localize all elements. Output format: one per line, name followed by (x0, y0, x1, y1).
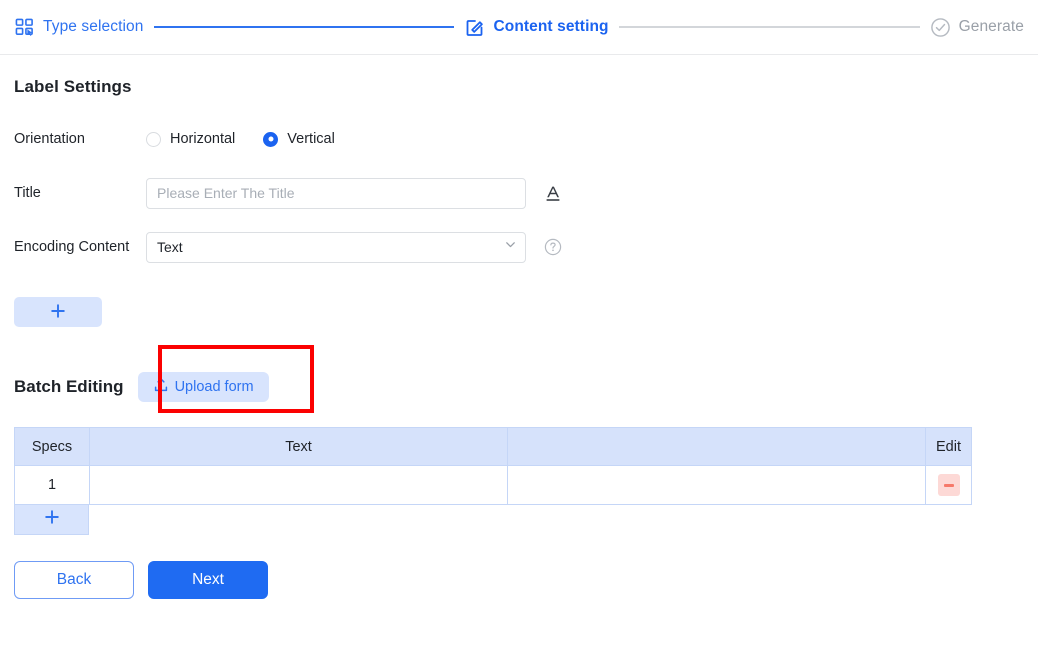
next-button[interactable]: Next (148, 561, 268, 599)
table-header-text: Text (89, 427, 508, 466)
specs-table: Specs Text Edit 1 (14, 427, 972, 505)
minus-icon (943, 483, 954, 487)
table-header-row: Specs Text Edit (14, 427, 972, 466)
footer-actions: Back Next (14, 561, 1024, 599)
stepper-connector-2 (618, 26, 920, 28)
orientation-label: Orientation (14, 131, 85, 147)
step-label-content-setting: Content setting (493, 18, 609, 35)
cell-edit (925, 465, 972, 505)
step-label-type-selection: Type selection (43, 18, 144, 35)
check-circle-icon (930, 17, 951, 38)
stepper-connector-1 (153, 26, 455, 28)
orientation-row: Orientation Horizontal Vertical (14, 123, 1024, 155)
encoding-content-label: Encoding Content (14, 239, 130, 255)
step-content-setting[interactable]: Content setting (464, 17, 609, 38)
content-setting-panel: Label Settings Orientation Horizontal Ve… (0, 55, 1038, 599)
radio-label-horizontal: Horizontal (170, 131, 236, 147)
step-type-selection[interactable]: Type selection (14, 17, 144, 38)
delete-row-button[interactable] (937, 474, 960, 496)
title-label: Title (14, 185, 41, 201)
table-row: 1 (14, 465, 972, 505)
plus-icon (44, 509, 60, 530)
step-label-generate: Generate (958, 18, 1024, 35)
encoding-content-value: Text (157, 239, 183, 255)
edit-square-icon (464, 17, 485, 38)
radio-option-vertical[interactable]: Vertical (263, 131, 335, 147)
step-generate[interactable]: Generate (930, 17, 1024, 38)
page-title: Label Settings (14, 77, 132, 96)
add-row-button[interactable] (14, 505, 89, 535)
table-header-blank (507, 427, 926, 466)
encoding-content-row: Encoding Content Text (14, 231, 1024, 263)
table-header-edit: Edit (925, 427, 972, 466)
radio-label-vertical: Vertical (287, 131, 335, 147)
batch-editing-title: Batch Editing (14, 377, 124, 396)
cell-text[interactable] (89, 465, 508, 505)
batch-editing-row: Batch Editing Upload form (14, 345, 1024, 413)
table-header-specs: Specs (14, 427, 90, 466)
radio-dot-horizontal[interactable] (146, 131, 161, 147)
add-field-button[interactable] (14, 297, 102, 327)
radio-option-horizontal[interactable]: Horizontal (146, 131, 235, 147)
font-style-icon[interactable] (544, 184, 562, 203)
plus-icon (50, 303, 66, 322)
encoding-content-select[interactable]: Text (146, 231, 526, 263)
cell-extra[interactable] (507, 465, 926, 505)
title-row: Title (14, 177, 1024, 209)
help-circle-icon[interactable] (544, 238, 562, 256)
upload-form-label: Upload form (174, 379, 254, 395)
back-button[interactable]: Back (14, 561, 134, 599)
cell-specs: 1 (14, 465, 90, 505)
upload-icon (153, 377, 169, 397)
wizard-stepper: Type selection Content setting Generate (0, 0, 1038, 55)
title-input[interactable] (146, 177, 526, 209)
encoding-content-select-wrap: Text (146, 231, 526, 263)
upload-form-button[interactable]: Upload form (137, 372, 269, 402)
radio-dot-vertical[interactable] (263, 131, 279, 147)
grid-select-icon (14, 17, 35, 38)
orientation-radio-group: Horizontal Vertical (146, 131, 335, 147)
